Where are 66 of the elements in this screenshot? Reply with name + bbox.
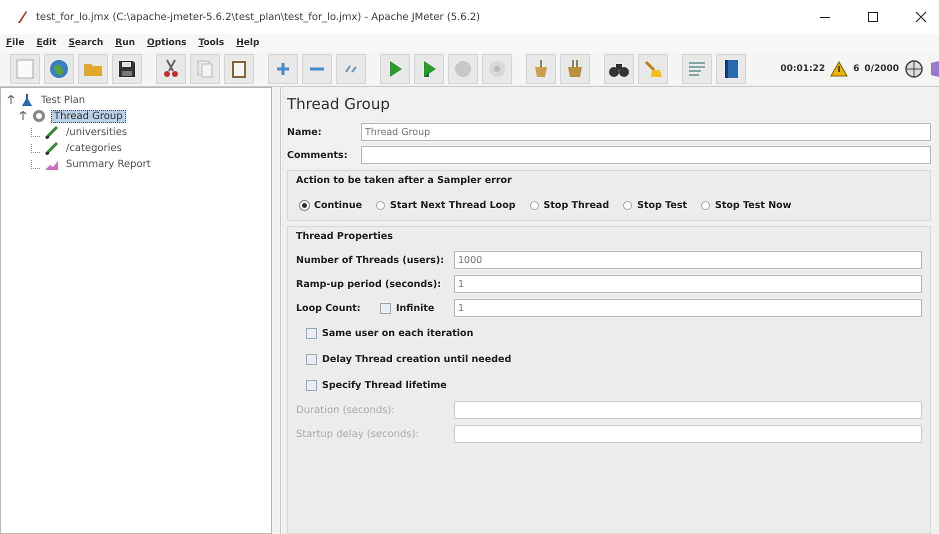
input-field[interactable]: Thread Group: [361, 123, 931, 141]
radio-button[interactable]: Start Next Thread Loop: [376, 200, 516, 210]
menu-item[interactable]: Tools: [198, 38, 224, 48]
clipboard-icon[interactable]: [224, 54, 254, 84]
flask-icon: [19, 92, 35, 108]
section-title: Thread Properties: [296, 231, 394, 242]
radio-button[interactable]: Stop Test: [623, 200, 688, 210]
tree-item[interactable]: /categories: [64, 142, 124, 154]
gear-icon: [31, 108, 47, 124]
input-field[interactable]: 1: [454, 275, 922, 293]
save-icon[interactable]: [112, 54, 142, 84]
menu-item[interactable]: Help: [236, 38, 260, 48]
section-title: Action to be taken after a Sampler error: [296, 175, 513, 186]
expand-handle-icon[interactable]: [19, 111, 27, 121]
input-field[interactable]: 1: [454, 299, 922, 317]
feather-icon: [16, 10, 28, 24]
field-label: Number of Threads (users):: [296, 254, 446, 266]
shapes-icon[interactable]: [929, 59, 939, 79]
menu-item[interactable]: Search: [68, 38, 104, 48]
new-file-icon[interactable]: [10, 54, 40, 84]
stop-icon[interactable]: [482, 54, 512, 84]
radio-dot[interactable]: [623, 200, 632, 210]
menu-item[interactable]: Options: [147, 38, 186, 48]
field-label: Loop Count:: [296, 302, 362, 314]
elapsed-time: 00:01:22: [780, 64, 826, 74]
minus-icon[interactable]: [302, 54, 332, 84]
field-label: Duration (seconds):: [296, 404, 396, 416]
maximize-icon[interactable]: [867, 11, 879, 23]
book-icon[interactable]: [716, 54, 746, 84]
input-field[interactable]: [361, 146, 931, 164]
panel-title: Thread Group: [287, 95, 391, 113]
radio-dot[interactable]: [530, 200, 539, 210]
radio-dot[interactable]: [701, 200, 710, 210]
warning-count: 6: [853, 64, 860, 74]
binoculars-icon[interactable]: [604, 54, 634, 84]
tree-item[interactable]: Summary Report: [64, 158, 153, 170]
checkbox[interactable]: Specify Thread lifetime: [306, 380, 447, 390]
field-label: Name:: [287, 126, 323, 138]
close-icon[interactable]: [915, 11, 927, 23]
window-title: test_for_lo.jmx (C:\apache-jmeter-5.6.2\test_plan\test_for_lo.jmx) - Apache JMeter (5.6.2): [36, 12, 480, 22]
radio-dot[interactable]: [376, 200, 386, 210]
tree-item[interactable]: Test Plan: [39, 94, 88, 106]
menu-item[interactable]: Run: [115, 38, 136, 48]
menu-item[interactable]: File: [6, 38, 24, 48]
radio-button[interactable]: Stop Test Now: [701, 200, 792, 210]
play-icon[interactable]: [414, 54, 444, 84]
tree-item[interactable]: Thread Group: [51, 110, 126, 122]
checkbox[interactable]: Same user on each iteration: [306, 328, 474, 338]
expand-handle-icon[interactable]: [7, 95, 15, 105]
pen-icon: [44, 124, 60, 140]
input-field[interactable]: 1000: [454, 251, 922, 269]
plus-icon[interactable]: [268, 54, 298, 84]
tree-item[interactable]: /universities: [64, 126, 130, 138]
field-label: Startup delay (seconds):: [296, 428, 420, 440]
radio-button[interactable]: Continue: [300, 200, 362, 210]
field-label: Comments:: [287, 150, 348, 160]
checkbox[interactable]: Infinite: [380, 302, 450, 314]
radio-button[interactable]: Stop Thread: [530, 200, 610, 210]
pen-icon: [44, 140, 60, 156]
menu-item[interactable]: Edit: [36, 38, 56, 48]
field-label: Ramp-up period (seconds):: [296, 278, 442, 290]
thread-count: 0/2000: [864, 64, 899, 74]
play-icon[interactable]: [380, 54, 410, 84]
scissors-icon[interactable]: [156, 54, 186, 84]
checkbox[interactable]: Delay Thread creation until needed: [306, 354, 512, 364]
warning-icon[interactable]: [830, 61, 848, 77]
